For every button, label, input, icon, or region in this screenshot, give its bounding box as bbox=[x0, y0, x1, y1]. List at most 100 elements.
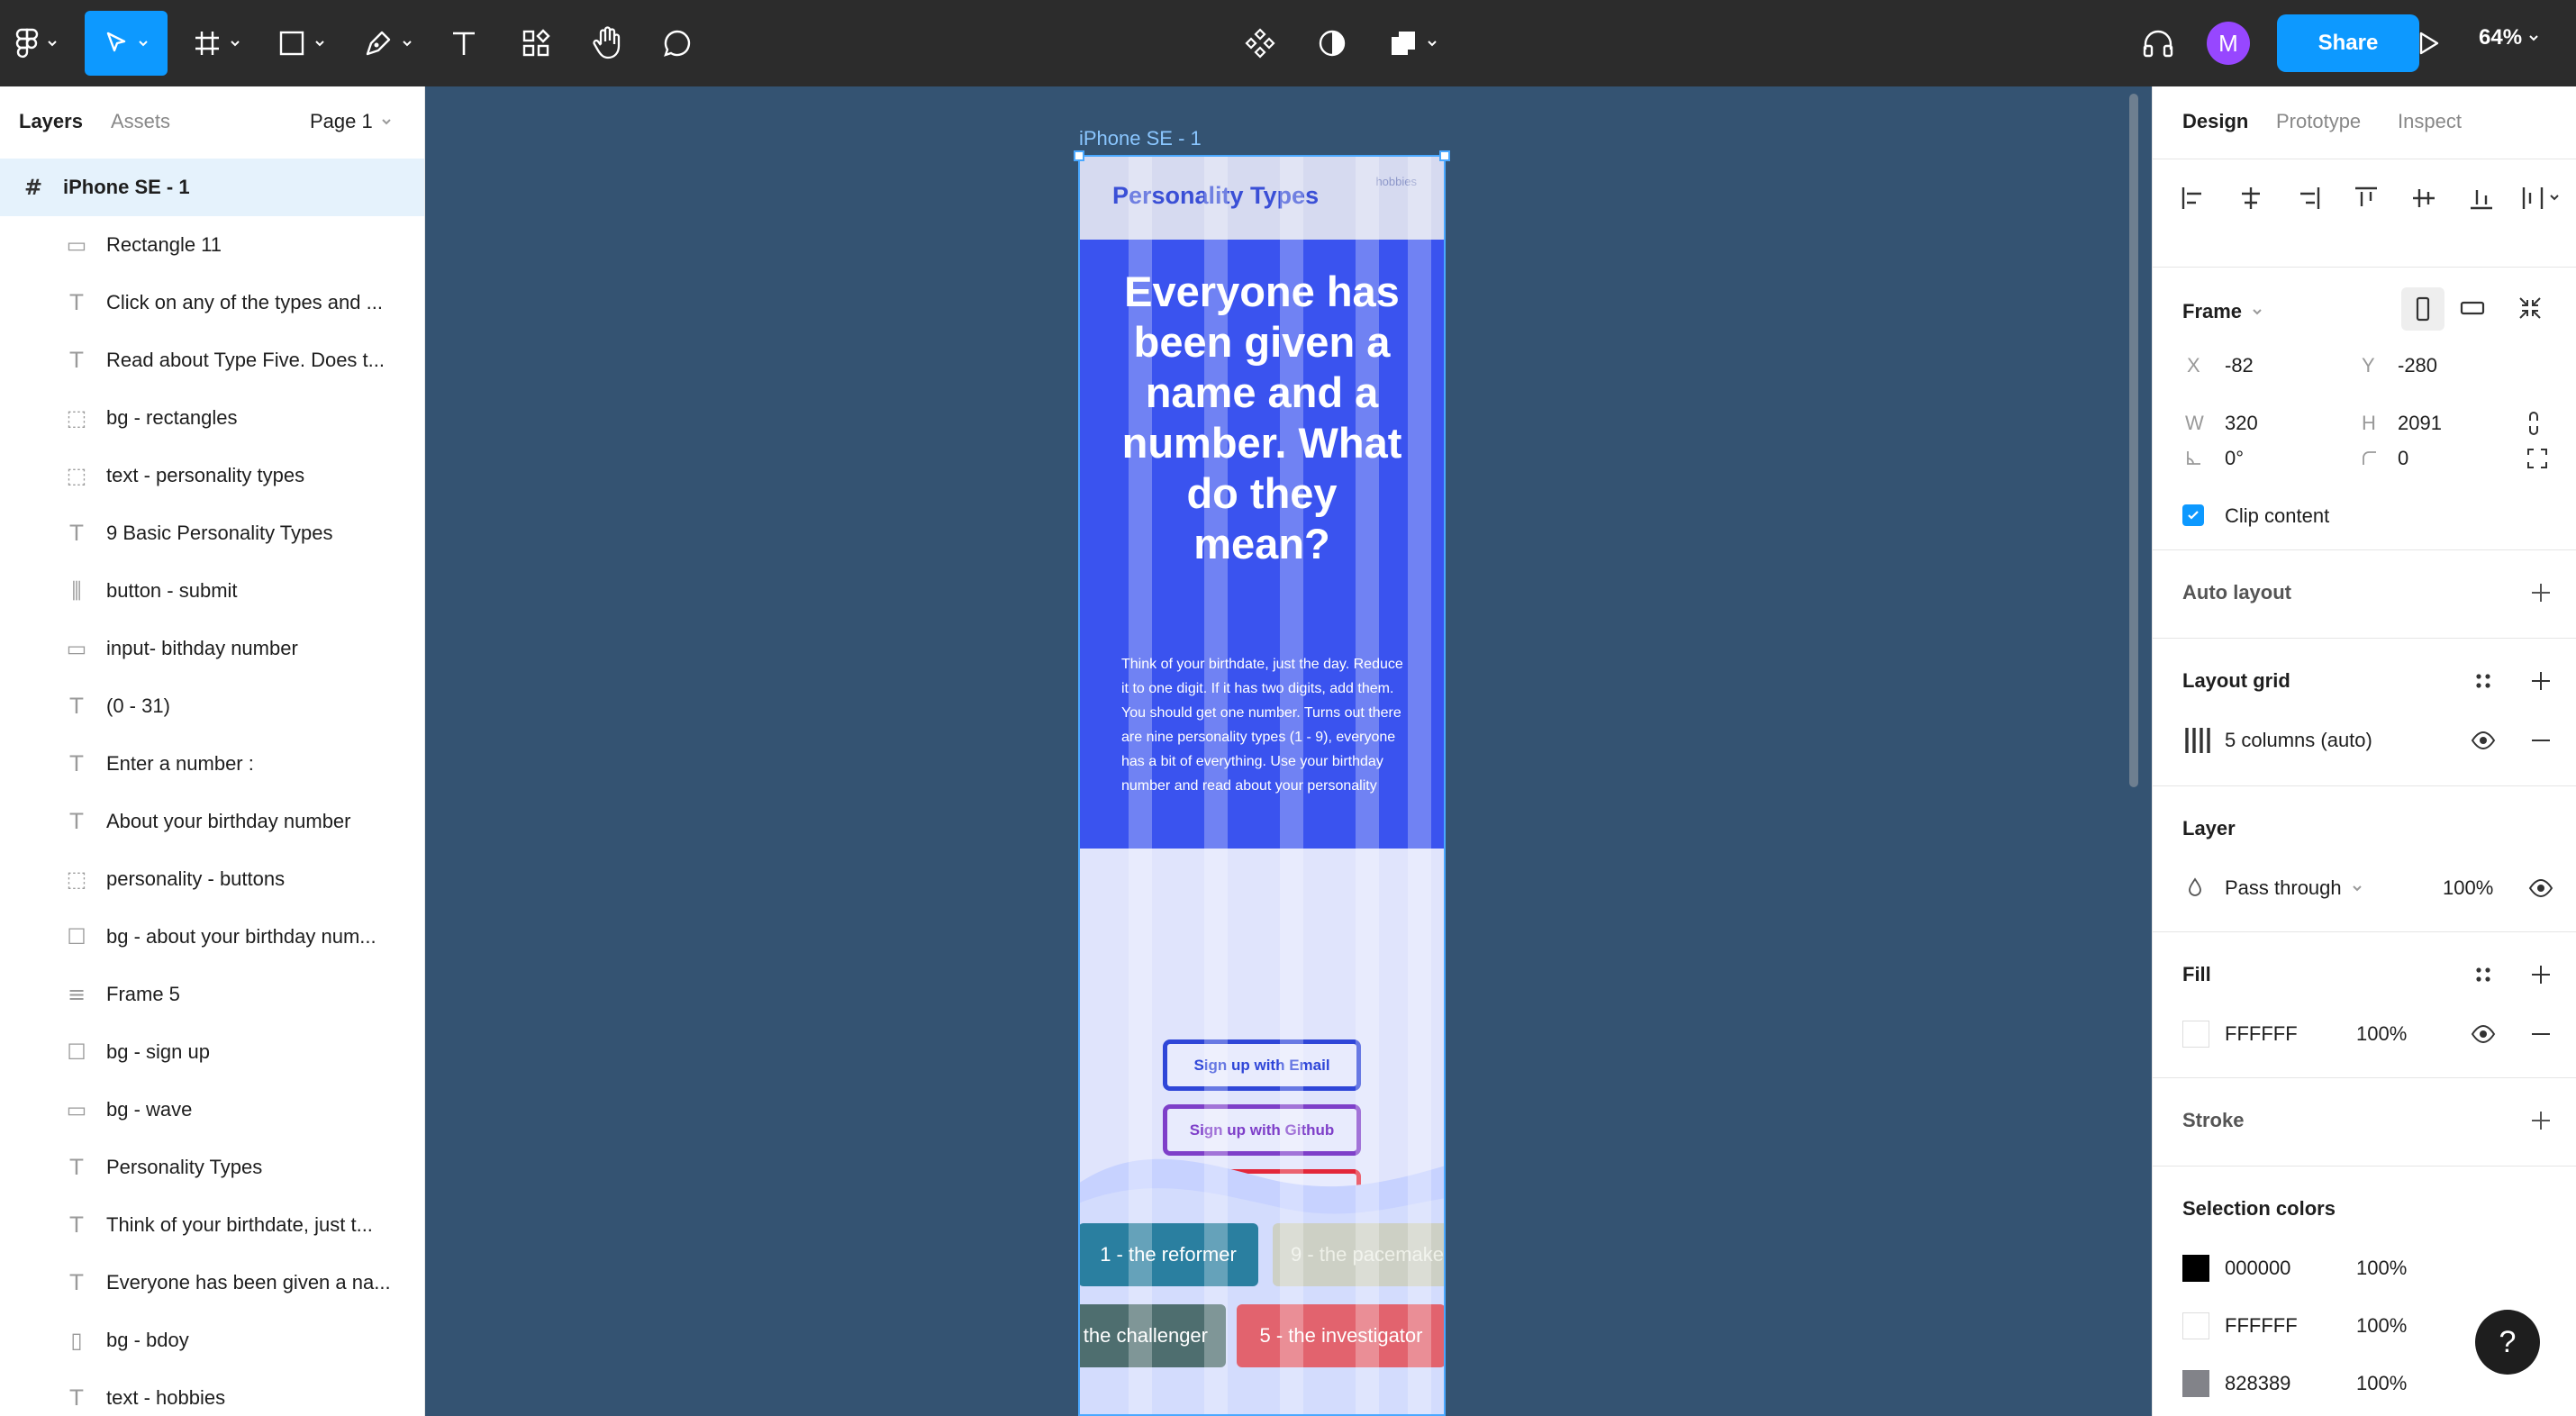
layer-row[interactable]: T Personality Types bbox=[0, 1139, 424, 1196]
tab-assets[interactable]: Assets bbox=[111, 110, 170, 133]
selection-color-hex[interactable]: 000000 bbox=[2225, 1257, 2290, 1280]
mask-button[interactable] bbox=[1310, 11, 1355, 76]
eye-icon[interactable] bbox=[2527, 875, 2554, 902]
selection-color-hex[interactable]: 828389 bbox=[2225, 1372, 2290, 1395]
w-input[interactable]: 320 bbox=[2225, 412, 2258, 435]
layer-row[interactable]: ⬚ personality - buttons bbox=[0, 850, 424, 908]
layer-row[interactable]: T 9 Basic Personality Types bbox=[0, 504, 424, 562]
page-selector[interactable]: Page 1 bbox=[310, 110, 393, 133]
hand-tool-button[interactable] bbox=[584, 11, 630, 76]
eye-icon[interactable] bbox=[2470, 1021, 2497, 1048]
layer-row[interactable]: ≡ Frame 5 bbox=[0, 966, 424, 1023]
layer-row[interactable]: T About your birthday number bbox=[0, 793, 424, 850]
align-bottom-icon[interactable] bbox=[2468, 185, 2495, 212]
constrain-proportions-icon[interactable] bbox=[2526, 410, 2542, 437]
minus-icon[interactable] bbox=[2529, 729, 2553, 752]
portrait-button[interactable] bbox=[2401, 287, 2444, 331]
layer-row[interactable]: ▯ bg - bdoy bbox=[0, 1312, 424, 1369]
align-right-icon[interactable] bbox=[2295, 185, 2322, 212]
eye-icon[interactable] bbox=[2470, 727, 2497, 754]
selection-color-opacity[interactable]: 100% bbox=[2356, 1257, 2407, 1280]
layer-row[interactable]: ▭ input- bithday number bbox=[0, 620, 424, 677]
canvas-scrollbar[interactable] bbox=[2129, 94, 2138, 787]
clip-content-checkbox[interactable] bbox=[2182, 504, 2204, 526]
plus-icon[interactable] bbox=[2529, 669, 2553, 693]
layer-row-frame[interactable]: # iPhone SE - 1 bbox=[0, 159, 424, 216]
blend-mode-select[interactable]: Pass through bbox=[2225, 876, 2363, 900]
layer-row[interactable]: T Everyone has been given a na... bbox=[0, 1254, 424, 1312]
help-button[interactable]: ? bbox=[2475, 1310, 2540, 1375]
y-input[interactable]: -280 bbox=[2398, 354, 2437, 377]
fill-opacity-input[interactable]: 100% bbox=[2356, 1022, 2407, 1046]
layer-row[interactable]: ⬚ bg - rectangles bbox=[0, 389, 424, 447]
layer-row[interactable]: Ttext - hobbies bbox=[0, 1369, 424, 1416]
grid-styles-icon[interactable] bbox=[2472, 669, 2495, 693]
layer-row[interactable]: T Click on any of the types and ... bbox=[0, 274, 424, 331]
align-top-icon[interactable] bbox=[2353, 185, 2380, 212]
independent-corners-icon[interactable] bbox=[2526, 447, 2549, 470]
selection-color-opacity[interactable]: 100% bbox=[2356, 1314, 2407, 1338]
layout-grid-item-label[interactable]: 5 columns (auto) bbox=[2225, 729, 2372, 752]
layer-row[interactable]: ☐ bg - about your birthday num... bbox=[0, 908, 424, 966]
main-menu-button[interactable] bbox=[9, 11, 65, 76]
layer-row[interactable]: T (0 - 31) bbox=[0, 677, 424, 735]
selection-color-swatch[interactable] bbox=[2182, 1370, 2209, 1397]
align-left-icon[interactable] bbox=[2180, 185, 2207, 212]
move-tool-button[interactable] bbox=[85, 11, 168, 76]
plus-icon[interactable] bbox=[2529, 963, 2553, 986]
personality-button-challenger[interactable]: the challenger bbox=[1078, 1304, 1226, 1367]
minus-icon[interactable] bbox=[2529, 1022, 2553, 1046]
personality-button-investigator[interactable]: 5 - the investigator bbox=[1237, 1304, 1446, 1367]
audio-button[interactable] bbox=[2135, 11, 2181, 76]
zoom-menu[interactable]: 64% bbox=[2479, 25, 2540, 50]
comment-tool-button[interactable] bbox=[654, 11, 701, 76]
align-vertical-center-icon[interactable] bbox=[2410, 185, 2437, 212]
layer-row[interactable]: T Enter a number : bbox=[0, 735, 424, 793]
resize-to-fit-button[interactable] bbox=[2517, 295, 2544, 322]
fill-color-swatch[interactable] bbox=[2182, 1021, 2209, 1048]
layer-row[interactable]: ⬚ text - personality types bbox=[0, 447, 424, 504]
selection-color-opacity[interactable]: 100% bbox=[2356, 1372, 2407, 1395]
fill-styles-icon[interactable] bbox=[2472, 963, 2495, 986]
corner-radius-input[interactable]: 0 bbox=[2398, 447, 2408, 470]
tab-prototype[interactable]: Prototype bbox=[2276, 110, 2361, 133]
selection-color-swatch[interactable] bbox=[2182, 1312, 2209, 1339]
frame-name-label[interactable]: iPhone SE - 1 bbox=[1079, 127, 1202, 150]
present-button[interactable] bbox=[2405, 11, 2452, 76]
landscape-button[interactable] bbox=[2459, 295, 2486, 322]
share-button[interactable]: Share bbox=[2277, 14, 2419, 72]
shape-tool-button[interactable] bbox=[268, 11, 335, 76]
component-button[interactable] bbox=[1238, 11, 1283, 76]
fill-hex-input[interactable]: FFFFFF bbox=[2225, 1022, 2298, 1046]
signup-email-button[interactable]: Sign up with Email bbox=[1163, 1039, 1361, 1091]
layer-row[interactable]: T Read about Type Five. Does t... bbox=[0, 331, 424, 389]
layer-row[interactable]: T Think of your birthdate, just t... bbox=[0, 1196, 424, 1254]
selection-color-hex[interactable]: FFFFFF bbox=[2225, 1314, 2298, 1338]
layer-row[interactable]: ⫼ button - submit bbox=[0, 562, 424, 620]
tab-inspect[interactable]: Inspect bbox=[2398, 110, 2462, 133]
pen-tool-button[interactable] bbox=[355, 11, 422, 76]
rotation-input[interactable]: 0° bbox=[2225, 447, 2244, 470]
plus-icon[interactable] bbox=[2529, 1109, 2553, 1132]
h-input[interactable]: 2091 bbox=[2398, 412, 2442, 435]
tab-layers[interactable]: Layers bbox=[19, 110, 83, 133]
personality-button-reformer[interactable]: 1 - the reformer bbox=[1078, 1223, 1258, 1286]
layer-row[interactable]: ☐ bg - sign up bbox=[0, 1023, 424, 1081]
frame-tool-button[interactable] bbox=[184, 11, 250, 76]
user-avatar[interactable]: M bbox=[2207, 22, 2250, 65]
personality-button-pacemaker[interactable]: 9 - the pacemaker bbox=[1273, 1223, 1446, 1286]
columns-grid-icon[interactable] bbox=[2182, 725, 2213, 756]
distribute-icon[interactable] bbox=[2520, 185, 2562, 212]
frame-preset-menu[interactable]: Frame bbox=[2182, 300, 2263, 323]
boolean-button[interactable] bbox=[1380, 11, 1447, 76]
plus-icon[interactable] bbox=[2529, 581, 2553, 604]
layer-row[interactable]: ▭ Rectangle 11 bbox=[0, 216, 424, 274]
text-tool-button[interactable] bbox=[441, 11, 486, 76]
resources-tool-button[interactable] bbox=[513, 11, 558, 76]
layer-opacity-input[interactable]: 100% bbox=[2443, 876, 2493, 900]
selection-color-swatch[interactable] bbox=[2182, 1255, 2209, 1282]
x-input[interactable]: -82 bbox=[2225, 354, 2254, 377]
layer-row[interactable]: ▭ bg - wave bbox=[0, 1081, 424, 1139]
tab-design[interactable]: Design bbox=[2182, 110, 2248, 133]
align-horizontal-center-icon[interactable] bbox=[2237, 185, 2264, 212]
